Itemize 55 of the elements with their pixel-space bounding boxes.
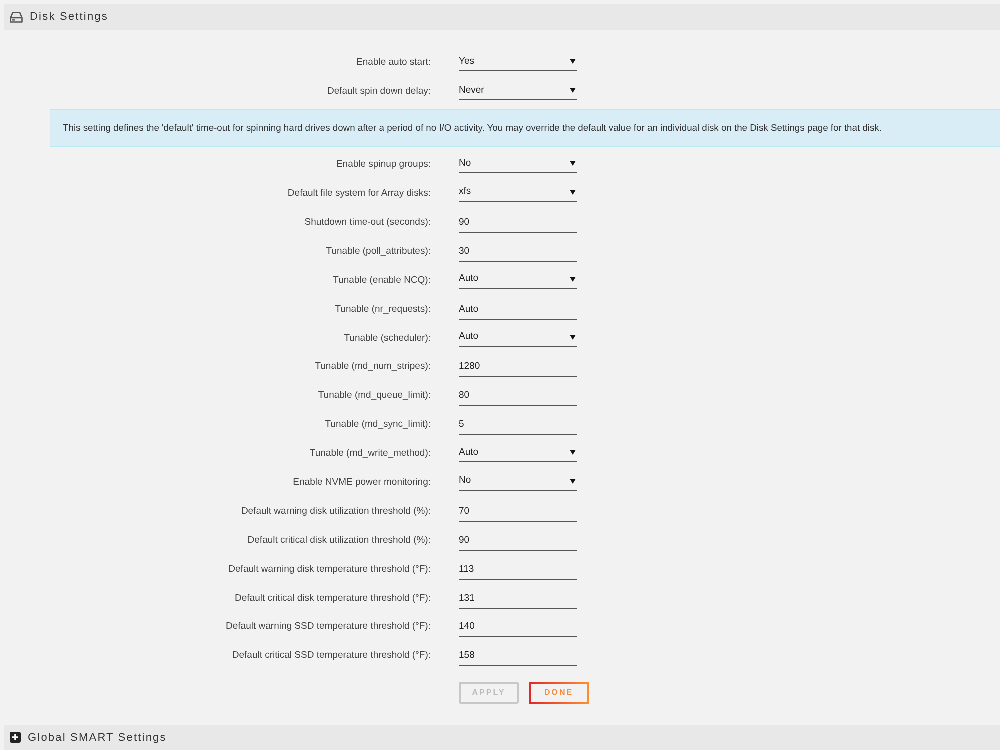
setting-label: Enable NVME power monitoring:: [293, 477, 431, 488]
input-field[interactable]: 70: [459, 502, 577, 522]
setting-label: Tunable (enable NCQ):: [333, 274, 431, 286]
setting-label: Default critical disk temperature threshold (°F):: [235, 592, 431, 604]
setting-label: Shutdown time-out (seconds):: [304, 217, 431, 228]
caret-icon: [570, 450, 576, 456]
setting-label: Tunable (poll_attributes):: [326, 246, 431, 257]
input-field[interactable]: 158: [459, 646, 577, 666]
caret-icon: [570, 479, 576, 484]
caret-icon: [570, 190, 576, 196]
dropdown[interactable]: Never: [459, 80, 577, 100]
setting-label: Default critical disk utilization threshold (%):: [248, 534, 431, 546]
setting-label: Tunable (md_num_stripes):: [315, 361, 431, 372]
setting-label: Enable spinup groups:: [336, 159, 431, 170]
setting-label: Tunable (md_write_method):: [310, 448, 431, 460]
dropdown[interactable]: Auto: [459, 442, 577, 462]
input-field[interactable]: 90: [459, 213, 577, 233]
input-field[interactable]: 131: [459, 588, 577, 609]
dropdown[interactable]: No: [459, 471, 577, 492]
info-note: This setting defines the 'default' time-out for spinning hard drives down after a period of no I/O activity. You may override the default value for an individual disk on the Disk Settings page for that disk.: [50, 108, 1000, 147]
dropdown[interactable]: Auto: [459, 268, 577, 289]
section-title: Global SMART Settings: [28, 730, 167, 746]
setting-label: Tunable (md_queue_limit):: [318, 390, 431, 402]
setting-label: Tunable (md_sync_limit):: [325, 419, 431, 430]
caret-icon: [570, 59, 576, 64]
input-field[interactable]: 30: [459, 242, 577, 262]
caret-icon: [570, 276, 576, 282]
input-field[interactable]: 80: [459, 386, 577, 406]
section-title: Disk Settings: [30, 10, 108, 25]
section-header[interactable]: Disk Settings: [4, 4, 1000, 30]
setting-label: Default warning SSD temperature threshold (°F):: [226, 621, 431, 632]
input-field[interactable]: 1280: [459, 357, 577, 378]
caret-icon: [570, 161, 576, 166]
setting-label: Default warning disk utilization threshold (%):: [241, 506, 431, 517]
dropdown[interactable]: Yes: [459, 51, 577, 72]
plus-square-icon[interactable]: [10, 732, 21, 744]
input-field[interactable]: 5: [459, 415, 577, 436]
setting-label: Default spin down delay:: [327, 86, 431, 98]
setting-label: Default critical SSD temperature threshold (°F):: [232, 650, 431, 662]
setting-label: Tunable (scheduler):: [344, 332, 431, 344]
hard-drive-icon[interactable]: [10, 12, 23, 22]
setting-label: Enable auto start:: [356, 57, 431, 68]
setting-label: Tunable (nr_requests):: [335, 304, 431, 315]
caret-icon: [570, 88, 576, 94]
section-header[interactable]: Global SMART Settings: [4, 724, 1000, 750]
input-field[interactable]: 90: [459, 530, 577, 551]
input-field[interactable]: 140: [459, 617, 577, 638]
input-field[interactable]: 113: [459, 560, 577, 580]
dropdown[interactable]: No: [459, 153, 577, 174]
dropdown[interactable]: xfs: [459, 182, 577, 202]
setting-label: Default file system for Array disks:: [288, 188, 431, 200]
input-field[interactable]: Auto: [459, 300, 577, 320]
setting-label: Default warning disk temperature threshold (°F):: [228, 564, 431, 575]
caret-icon: [570, 334, 576, 340]
dropdown[interactable]: Auto: [459, 326, 577, 347]
